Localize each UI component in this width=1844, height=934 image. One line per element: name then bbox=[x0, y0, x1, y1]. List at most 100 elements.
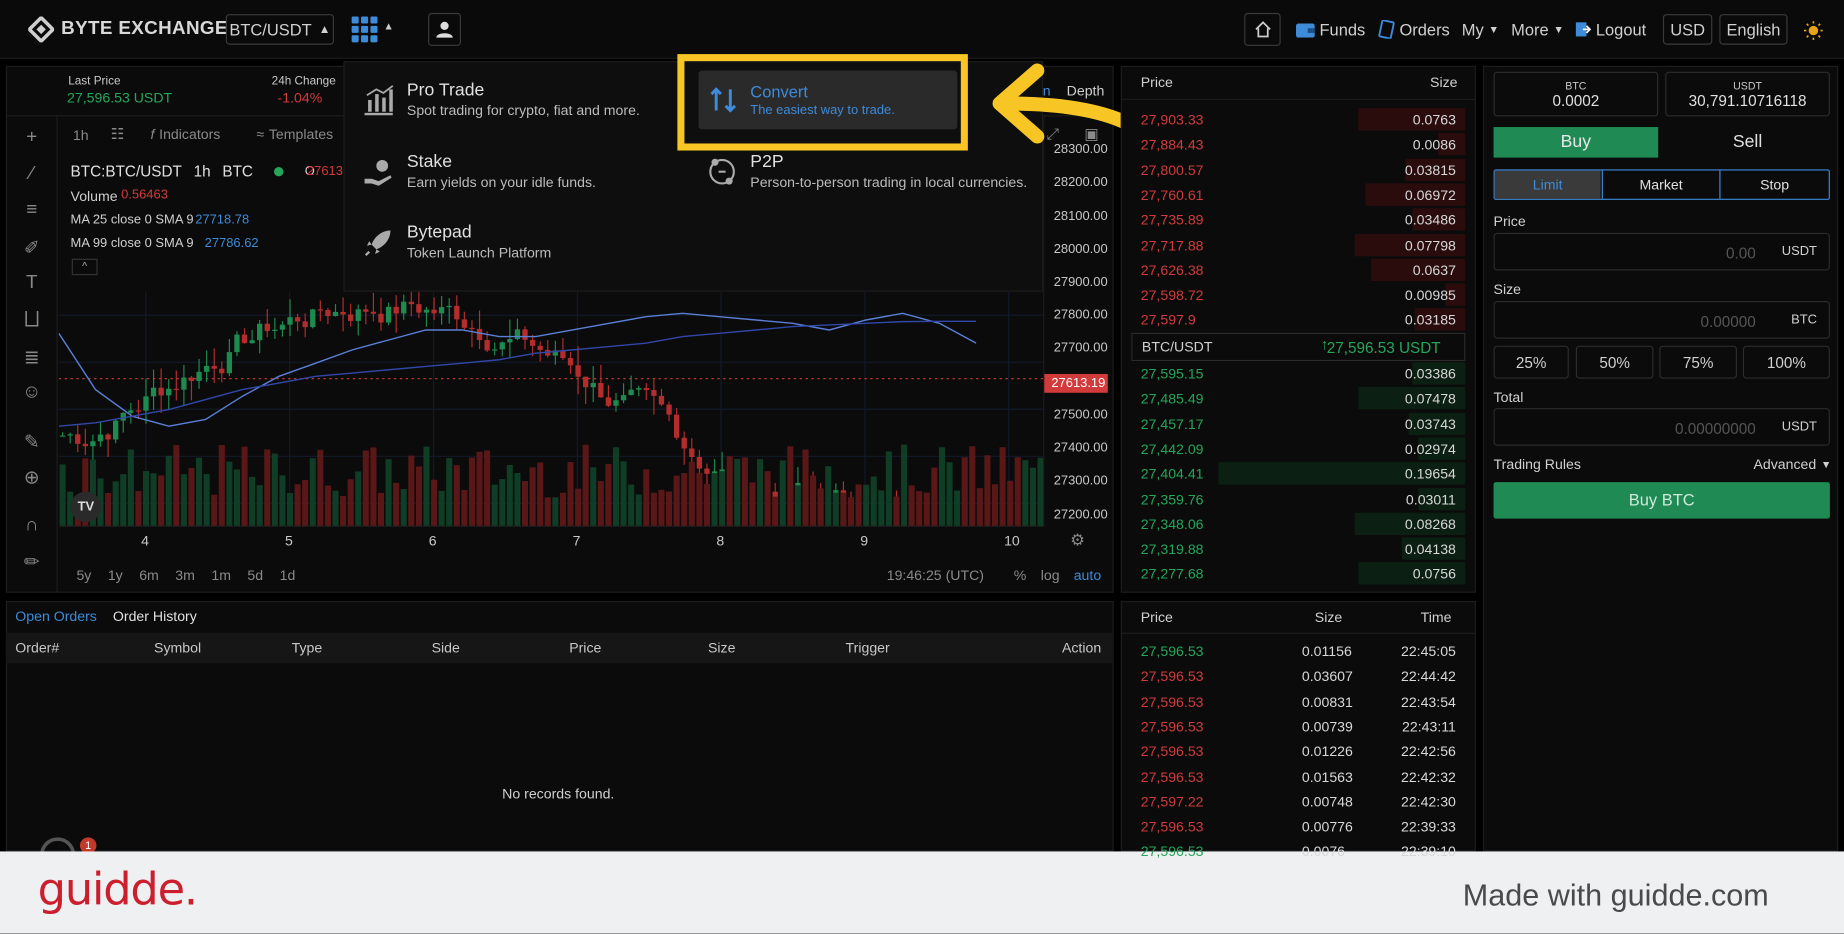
tab-open-orders[interactable]: Open Orders bbox=[15, 608, 97, 624]
order-type-market[interactable]: Market bbox=[1601, 170, 1721, 199]
orderbook-ask-row[interactable]: 27,626.38 0.0637 bbox=[1131, 257, 1466, 282]
brush-icon[interactable]: ✐ bbox=[19, 236, 45, 262]
indicators-button[interactable]: f Indicators bbox=[151, 126, 221, 142]
pattern-icon[interactable]: ⨆ bbox=[19, 309, 45, 335]
more-menu[interactable]: More ▼ bbox=[1511, 20, 1564, 39]
home-icon bbox=[1254, 21, 1271, 38]
volume-bar bbox=[142, 471, 150, 527]
volume-bar bbox=[415, 466, 422, 527]
zoom-in-icon[interactable]: ⊕ bbox=[19, 466, 45, 492]
percent-75-button[interactable]: 75% bbox=[1659, 345, 1737, 379]
orderbook-ask-row[interactable]: 27,735.89 0.03486 bbox=[1131, 207, 1466, 232]
orderbook-bid-row[interactable]: 27,595.15 0.03386 bbox=[1131, 361, 1466, 386]
orderbook-ask-row[interactable]: 27,760.61 0.06972 bbox=[1131, 182, 1466, 207]
candle-body bbox=[514, 329, 521, 340]
trading-rules-link[interactable]: Trading Rules bbox=[1494, 456, 1581, 472]
logout-link[interactable]: Logout bbox=[1575, 20, 1646, 39]
range-button[interactable]: 6m bbox=[139, 567, 159, 583]
auto-scale-toggle[interactable]: auto bbox=[1074, 567, 1101, 583]
sell-tab[interactable]: Sell bbox=[1665, 127, 1830, 158]
funds-link[interactable]: Funds bbox=[1295, 20, 1365, 39]
brand-diamond-icon bbox=[28, 16, 55, 43]
orderbook-bid-row[interactable]: 27,319.88 0.04138 bbox=[1131, 536, 1466, 561]
legend-collapse-button[interactable]: ^ bbox=[71, 258, 98, 276]
percent-50-button[interactable]: 50% bbox=[1575, 345, 1654, 379]
order-type-limit[interactable]: Limit bbox=[1494, 170, 1601, 199]
orderbook-bid-row[interactable]: 27,348.06 0.08268 bbox=[1131, 511, 1466, 536]
candle-body bbox=[454, 305, 460, 320]
orderbook-bid-row[interactable]: 27,485.49 0.07478 bbox=[1131, 386, 1466, 411]
orderbook-bid-row[interactable]: 27,359.76 0.03011 bbox=[1131, 486, 1466, 511]
fib-icon[interactable]: ≡ bbox=[19, 200, 45, 226]
orderbook-ask-row[interactable]: 27,884.43 0.0086 bbox=[1131, 132, 1466, 157]
trade-time: 22:42:56 bbox=[1400, 743, 1456, 760]
crosshair-icon[interactable]: + bbox=[19, 127, 45, 153]
ruler-icon[interactable]: ✎ bbox=[19, 430, 45, 456]
last-price-value: 27,596.53 USDT bbox=[67, 89, 173, 106]
range-button[interactable]: 3m bbox=[175, 567, 195, 583]
orderbook-bid-row[interactable]: 27,404.41 0.19654 bbox=[1131, 461, 1466, 486]
total-placeholder: 0.00000000 bbox=[1675, 419, 1756, 438]
currency-selector[interactable]: USD bbox=[1662, 14, 1713, 45]
language-selector[interactable]: English bbox=[1719, 14, 1788, 45]
orderbook-ask-row[interactable]: 27,597.9 0.03185 bbox=[1131, 307, 1466, 332]
menu-item-stake[interactable]: Stake Earn yields on your idle funds. bbox=[362, 152, 596, 191]
theme-toggle[interactable] bbox=[1804, 21, 1823, 40]
menu-item-bytepad[interactable]: Bytepad Token Launch Platform bbox=[362, 222, 551, 261]
orderbook-bid-row[interactable]: 27,457.17 0.03743 bbox=[1131, 411, 1466, 436]
volume-bar bbox=[840, 492, 847, 527]
size-field[interactable]: 0.00000 BTC bbox=[1493, 301, 1830, 339]
orderbook-ask-row[interactable]: 27,598.72 0.00985 bbox=[1131, 282, 1466, 307]
menu-item-pro-trade[interactable]: Pro Trade Spot trading for crypto, fiat a… bbox=[362, 80, 640, 119]
volume-bar bbox=[385, 459, 392, 527]
buy-tab[interactable]: Buy bbox=[1493, 127, 1659, 158]
orderbook-ask-row[interactable]: 27,717.88 0.07798 bbox=[1131, 232, 1466, 257]
orders-link[interactable]: Orders bbox=[1378, 19, 1450, 39]
lock-drawing-icon[interactable]: ✏ bbox=[19, 550, 45, 576]
column-header: Symbol bbox=[154, 639, 202, 657]
trendline-icon[interactable]: ∕ bbox=[19, 163, 45, 189]
ask-size: 0.07798 bbox=[1404, 236, 1456, 254]
order-type-stop[interactable]: Stop bbox=[1721, 171, 1829, 199]
range-button[interactable]: 1d bbox=[280, 567, 296, 583]
column-header: Order# bbox=[15, 639, 60, 657]
interval-button[interactable]: 1h bbox=[73, 127, 89, 143]
candle-body bbox=[234, 334, 240, 353]
pair-selector[interactable]: BTC/USDT ▲ bbox=[225, 14, 334, 45]
orderbook-ask-row[interactable]: 27,903.33 0.0763 bbox=[1131, 107, 1466, 132]
percent-100-button[interactable]: 100% bbox=[1742, 345, 1830, 379]
my-menu[interactable]: My ▼ bbox=[1462, 20, 1499, 39]
templates-button[interactable]: ≈ Templates bbox=[256, 126, 333, 142]
orderbook-ask-row[interactable]: 27,800.57 0.03815 bbox=[1131, 157, 1466, 182]
orderbook-bid-row[interactable]: 27,442.09 0.02974 bbox=[1131, 436, 1466, 461]
volume-bar bbox=[286, 492, 294, 527]
range-button[interactable]: 5y bbox=[76, 567, 91, 583]
text-icon[interactable]: T bbox=[19, 273, 45, 299]
total-field[interactable]: 0.00000000 USDT bbox=[1493, 408, 1830, 446]
orders-table-header: Order# Symbol Type Side Price Size Trigg… bbox=[5, 632, 1114, 664]
account-button[interactable] bbox=[428, 12, 461, 46]
range-button[interactable]: 1y bbox=[108, 567, 123, 583]
home-button[interactable] bbox=[1244, 12, 1281, 46]
tradingview-logo-icon[interactable]: TV bbox=[70, 491, 102, 523]
percent-25-button[interactable]: 25% bbox=[1493, 345, 1569, 379]
settings-gear-icon[interactable]: ⚙ bbox=[1070, 530, 1085, 550]
price-field[interactable]: 0.00 USDT bbox=[1493, 232, 1830, 271]
prediction-icon[interactable]: ≣ bbox=[19, 346, 45, 372]
brand-logo[interactable]: BYTE EXCHANGE bbox=[28, 16, 228, 43]
volume-bar bbox=[969, 446, 976, 527]
range-button[interactable]: 5d bbox=[247, 567, 263, 583]
range-button[interactable]: 1m bbox=[211, 567, 231, 583]
price-chart[interactable] bbox=[58, 291, 1045, 527]
buy-btc-button[interactable]: Buy BTC bbox=[1493, 482, 1830, 519]
products-grid-button[interactable]: ▲ bbox=[350, 15, 397, 43]
candle-type-icon[interactable]: ☷ bbox=[111, 125, 125, 144]
magnet-icon[interactable]: ∩ bbox=[19, 515, 45, 541]
emoji-icon[interactable]: ☺ bbox=[19, 382, 45, 408]
volume-bar bbox=[461, 489, 468, 527]
percent-scale-toggle[interactable]: % bbox=[1014, 567, 1027, 583]
tab-order-history[interactable]: Order History bbox=[113, 608, 197, 624]
advanced-toggle[interactable]: Advanced ▼ bbox=[1753, 456, 1831, 472]
orderbook-bid-row[interactable]: 27,277.68 0.0756 bbox=[1131, 561, 1466, 586]
log-scale-toggle[interactable]: log bbox=[1041, 567, 1060, 583]
